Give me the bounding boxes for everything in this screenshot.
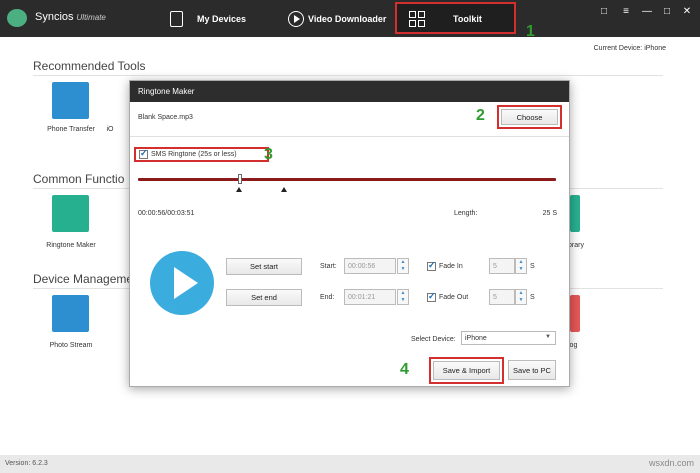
- set-end-button[interactable]: Set end: [226, 289, 302, 306]
- app-edition: Ultimate: [76, 13, 106, 22]
- save-import-highlight: Save & Import: [429, 357, 504, 384]
- nav-my-devices-label: My Devices: [197, 13, 247, 24]
- save-import-button[interactable]: Save & Import: [433, 361, 500, 380]
- file-name: Blank Space.mp3: [138, 114, 193, 121]
- fade-in-label: Fade In: [439, 263, 463, 270]
- nav-toolkit[interactable]: Toolkit: [395, 2, 516, 34]
- choose-highlight: Choose: [497, 105, 562, 129]
- app-title: Syncios Ultimate: [35, 11, 106, 23]
- section-divider: [33, 75, 663, 76]
- end-label: End:: [320, 294, 335, 301]
- nav-my-devices[interactable]: My Devices: [170, 0, 246, 37]
- app-name: Syncios: [35, 11, 74, 23]
- ringtone-maker-tile[interactable]: [52, 195, 89, 232]
- play-circle-icon: [288, 10, 304, 27]
- fade-in-stepper[interactable]: ▲ ▼: [515, 258, 527, 274]
- dialog-title: Ringtone Maker: [130, 81, 569, 102]
- sms-ringtone-label: SMS Ringtone (25s or less): [151, 151, 237, 158]
- dialog-divider: [130, 136, 569, 137]
- feedback-icon[interactable]: □: [597, 5, 611, 19]
- chevron-down-icon: ▼: [545, 334, 551, 340]
- fade-in-option[interactable]: Fade In: [427, 260, 463, 271]
- phone-transfer-tile[interactable]: [52, 82, 89, 119]
- step-marker-4: 4: [400, 361, 409, 378]
- start-time-stepper[interactable]: ▲ ▼: [397, 258, 409, 274]
- step-marker-3: 3: [264, 146, 273, 163]
- photo-stream-tile[interactable]: [52, 295, 89, 332]
- length-label: Length:: [454, 210, 478, 217]
- select-device-label: Select Device:: [411, 336, 456, 343]
- library-label: brary: [568, 242, 584, 249]
- section-common-title: Common Functio: [33, 172, 125, 186]
- start-label: Start:: [320, 263, 337, 270]
- start-marker-icon[interactable]: [236, 187, 242, 192]
- fade-out-input[interactable]: 5: [489, 289, 515, 305]
- start-time-input[interactable]: 00:00:56: [344, 258, 396, 274]
- length-value: 25 S: [542, 210, 557, 217]
- choose-button[interactable]: Choose: [501, 109, 558, 125]
- step-marker-2: 2: [476, 107, 485, 124]
- toolkit-grid-icon: [409, 11, 425, 27]
- log-label: log: [568, 342, 578, 349]
- play-button[interactable]: [150, 251, 214, 315]
- timeline-playhead[interactable]: [238, 174, 242, 184]
- fade-in-input[interactable]: 5: [489, 258, 515, 274]
- time-display: 00:00:56/00:03:51: [138, 210, 195, 217]
- ringtone-maker-dialog: Ringtone Maker Blank Space.mp3 2 Choose …: [129, 80, 570, 387]
- photo-stream-label: Photo Stream: [49, 342, 93, 349]
- syncios-logo-icon: [7, 9, 27, 27]
- library-tile[interactable]: [570, 195, 580, 232]
- audio-timeline-track[interactable]: [138, 178, 556, 181]
- end-time-input[interactable]: 00:01:21: [344, 289, 396, 305]
- section-device-title: Device Manageme: [33, 272, 134, 286]
- fade-out-unit: S: [530, 294, 535, 301]
- fade-out-stepper[interactable]: ▲ ▼: [515, 289, 527, 305]
- nav-video-downloader-label: Video Downloader: [308, 13, 387, 24]
- device-select-value: iPhone: [465, 335, 487, 342]
- fade-out-checkbox[interactable]: [427, 291, 436, 302]
- status-bar: Version: 6.2.3: [0, 455, 700, 473]
- current-device-label: Current Device: iPhone: [593, 45, 666, 52]
- maximize-icon[interactable]: □: [660, 5, 674, 19]
- fade-out-label: Fade Out: [439, 294, 469, 301]
- fade-in-unit: S: [530, 263, 535, 270]
- fade-in-checkbox[interactable]: [427, 260, 436, 271]
- sms-ringtone-option[interactable]: SMS Ringtone (25s or less): [134, 147, 269, 162]
- device-select[interactable]: iPhone ▼: [461, 331, 556, 345]
- nav-video-downloader[interactable]: Video Downloader: [288, 0, 386, 37]
- ringtone-maker-label: Ringtone Maker: [46, 242, 96, 249]
- log-tile[interactable]: [570, 295, 580, 332]
- save-to-pc-button[interactable]: Save to PC: [508, 360, 556, 380]
- end-marker-icon[interactable]: [281, 187, 287, 192]
- watermark: wsxdn.com: [648, 458, 694, 468]
- section-recommended-title: Recommended Tools: [33, 59, 146, 73]
- fade-out-option[interactable]: Fade Out: [427, 291, 469, 302]
- top-bar: Syncios Ultimate My Devices Video Downloa…: [0, 0, 700, 37]
- menu-icon[interactable]: ≡: [619, 5, 633, 19]
- end-time-stepper[interactable]: ▲ ▼: [397, 289, 409, 305]
- step-marker-1: 1: [526, 23, 535, 40]
- minimize-icon[interactable]: —: [640, 5, 654, 19]
- phone-icon: [170, 10, 183, 27]
- set-start-button[interactable]: Set start: [226, 258, 302, 275]
- ios-tool-label: iO: [106, 126, 114, 133]
- sms-ringtone-checkbox[interactable]: [139, 148, 148, 159]
- nav-toolkit-label: Toolkit: [453, 14, 482, 24]
- close-icon[interactable]: ✕: [680, 5, 694, 19]
- version-label: Version: 6.2.3: [5, 460, 48, 467]
